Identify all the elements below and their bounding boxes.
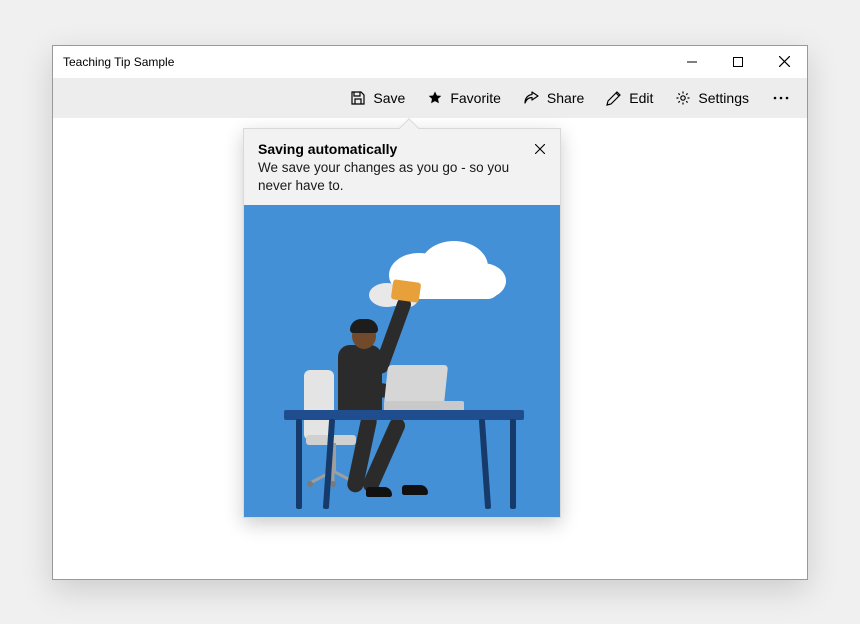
window-title: Teaching Tip Sample bbox=[63, 55, 669, 69]
window: Teaching Tip Sample Save Favorite bbox=[52, 45, 808, 580]
person-illustration bbox=[338, 345, 382, 415]
teaching-tip-close-button[interactable] bbox=[530, 139, 550, 159]
minimize-button[interactable] bbox=[669, 46, 715, 78]
settings-button[interactable]: Settings bbox=[665, 84, 759, 112]
toolbar: Save Favorite Share Edit Settings bbox=[53, 78, 807, 118]
minimize-icon bbox=[687, 57, 697, 67]
more-button[interactable] bbox=[761, 90, 801, 106]
pencil-icon bbox=[606, 90, 622, 106]
more-icon bbox=[773, 96, 789, 100]
edit-button[interactable]: Edit bbox=[596, 84, 663, 112]
settings-label: Settings bbox=[698, 90, 749, 106]
share-icon bbox=[523, 90, 540, 106]
favorite-button[interactable]: Favorite bbox=[417, 84, 511, 112]
maximize-icon bbox=[733, 57, 743, 67]
folder-icon bbox=[391, 279, 422, 303]
favorite-label: Favorite bbox=[450, 90, 501, 106]
close-window-button[interactable] bbox=[761, 46, 807, 78]
save-icon bbox=[350, 90, 366, 106]
teaching-tip-subtitle: We save your changes as you go - so you … bbox=[258, 159, 546, 195]
teaching-tip-hero-image bbox=[244, 205, 560, 517]
save-label: Save bbox=[373, 90, 405, 106]
titlebar: Teaching Tip Sample bbox=[53, 46, 807, 78]
star-icon bbox=[427, 90, 443, 106]
share-label: Share bbox=[547, 90, 584, 106]
teaching-tip-header: Saving automatically We save your change… bbox=[244, 129, 560, 205]
teaching-tip-title: Saving automatically bbox=[258, 141, 546, 157]
cloud-icon bbox=[364, 235, 514, 315]
edit-label: Edit bbox=[629, 90, 653, 106]
gear-icon bbox=[675, 90, 691, 106]
window-controls bbox=[669, 46, 807, 78]
close-icon bbox=[779, 56, 790, 67]
share-button[interactable]: Share bbox=[513, 84, 594, 112]
maximize-button[interactable] bbox=[715, 46, 761, 78]
save-button[interactable]: Save bbox=[340, 84, 415, 112]
desk bbox=[284, 410, 524, 420]
teaching-tip: Saving automatically We save your change… bbox=[243, 128, 561, 518]
laptop bbox=[384, 365, 448, 405]
close-icon bbox=[535, 144, 545, 154]
content-area: Saving automatically We save your change… bbox=[53, 118, 807, 579]
